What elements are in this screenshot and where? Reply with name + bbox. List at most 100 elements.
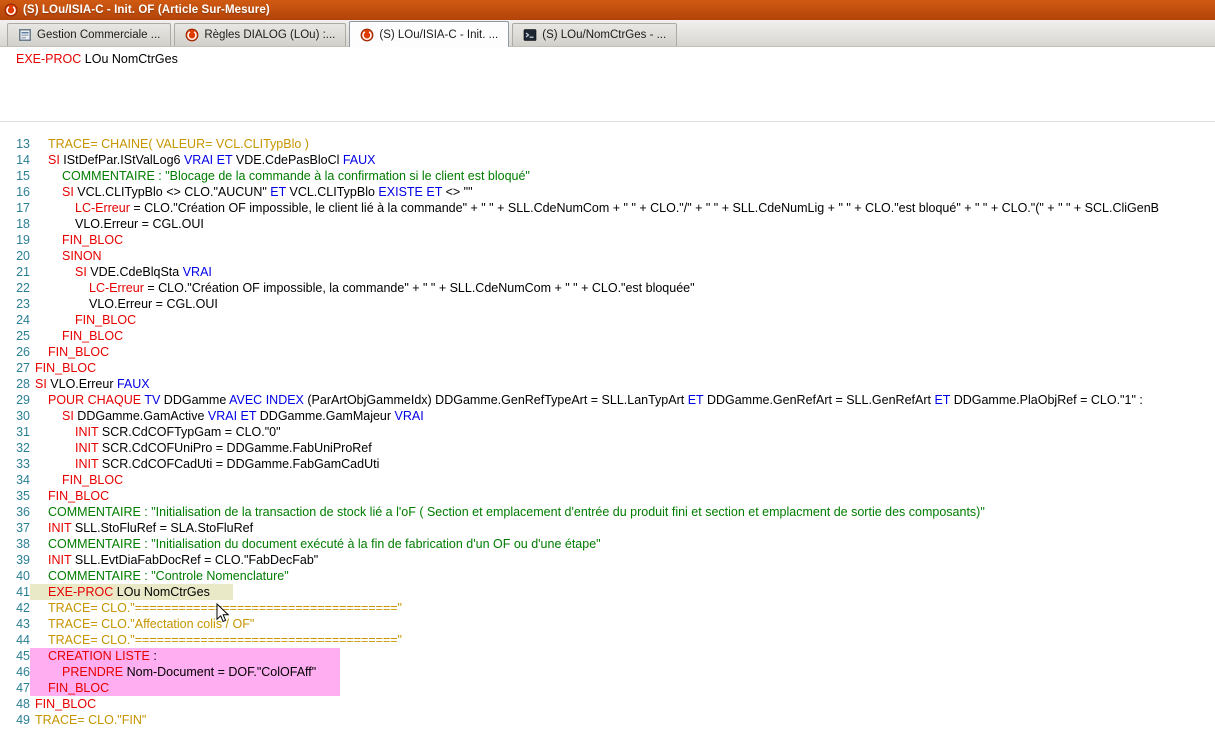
app-icon bbox=[18, 28, 32, 42]
code-text: FIN_BLOC bbox=[30, 328, 123, 344]
line-number: 35 bbox=[0, 488, 30, 504]
code-line[interactable]: 15COMMENTAIRE : "Blocage de la commande … bbox=[0, 168, 1215, 184]
code-line[interactable]: 46PRENDRE Nom-Document = DOF."ColOFAff" bbox=[0, 664, 1215, 680]
tab-regles-dialog[interactable]: Règles DIALOG (LOu) :... bbox=[174, 23, 346, 46]
line-number: 28 bbox=[0, 376, 30, 392]
code-text: EXE-PROC LOu NomCtrGes bbox=[30, 584, 210, 600]
code-text: SI IStDefPar.IStValLog6 VRAI ET VDE.CdeP… bbox=[30, 152, 376, 168]
code-line[interactable]: 17LC-Erreur = CLO."Création OF impossibl… bbox=[0, 200, 1215, 216]
dialog-app-icon bbox=[4, 3, 18, 17]
line-number: 38 bbox=[0, 536, 30, 552]
line-number: 46 bbox=[0, 664, 30, 680]
code-line[interactable]: 24FIN_BLOC bbox=[0, 312, 1215, 328]
line-number: 49 bbox=[0, 712, 30, 728]
code-line[interactable]: 14SI IStDefPar.IStValLog6 VRAI ET VDE.Cd… bbox=[0, 152, 1215, 168]
code-line[interactable]: 41EXE-PROC LOu NomCtrGes bbox=[0, 584, 1215, 600]
line-number: 31 bbox=[0, 424, 30, 440]
code-line[interactable]: 47FIN_BLOC bbox=[0, 680, 1215, 696]
dialog-icon bbox=[185, 28, 199, 42]
line-number: 15 bbox=[0, 168, 30, 184]
line-number: 34 bbox=[0, 472, 30, 488]
code-line[interactable]: 49TRACE= CLO."FIN" bbox=[0, 712, 1215, 728]
code-line[interactable]: 33INIT SCR.CdCOFCadUti = DDGamme.FabGamC… bbox=[0, 456, 1215, 472]
line-number: 37 bbox=[0, 520, 30, 536]
code-text: INIT SLL.EvtDiaFabDocRef = CLO."FabDecFa… bbox=[30, 552, 318, 568]
tab-label: (S) LOu/ISIA-C - Init. ... bbox=[379, 29, 498, 41]
tab-label: Gestion Commerciale ... bbox=[37, 29, 160, 41]
code-line[interactable]: 27FIN_BLOC bbox=[0, 360, 1215, 376]
code-text: PRENDRE Nom-Document = DOF."ColOFAff" bbox=[30, 664, 316, 680]
window-title: (S) LOu/ISIA-C - Init. OF (Article Sur-M… bbox=[23, 4, 270, 16]
line-number: 30 bbox=[0, 408, 30, 424]
code-text: FIN_BLOC bbox=[30, 472, 123, 488]
line-number: 47 bbox=[0, 680, 30, 696]
code-line[interactable]: 43TRACE= CLO."Affectation colis / OF" bbox=[0, 616, 1215, 632]
code-line[interactable]: 40COMMENTAIRE : "Controle Nomenclature" bbox=[0, 568, 1215, 584]
code-line[interactable]: 30SI DDGamme.GamActive VRAI ET DDGamme.G… bbox=[0, 408, 1215, 424]
code-line[interactable]: 20SINON bbox=[0, 248, 1215, 264]
code-line[interactable]: 31INIT SCR.CdCOFTypGam = CLO."0" bbox=[0, 424, 1215, 440]
line-number: 36 bbox=[0, 504, 30, 520]
code-line[interactable]: 19FIN_BLOC bbox=[0, 232, 1215, 248]
code-line[interactable]: 48FIN_BLOC bbox=[0, 696, 1215, 712]
code-line[interactable]: 29POUR CHAQUE TV DDGamme AVEC INDEX (Par… bbox=[0, 392, 1215, 408]
line-number: 44 bbox=[0, 632, 30, 648]
code-text: SI DDGamme.GamActive VRAI ET DDGamme.Gam… bbox=[30, 408, 424, 424]
call-preview-panel: EXE-PROC LOu NomCtrGes bbox=[0, 47, 1215, 122]
line-number: 16 bbox=[0, 184, 30, 200]
code-text: LC-Erreur = CLO."Création OF impossible,… bbox=[30, 280, 695, 296]
code-text: INIT SCR.CdCOFCadUti = DDGamme.FabGamCad… bbox=[30, 456, 379, 472]
code-text: VLO.Erreur = CGL.OUI bbox=[30, 216, 204, 232]
code-text: SI VDE.CdeBlqSta VRAI bbox=[30, 264, 212, 280]
code-text: FIN_BLOC bbox=[30, 696, 96, 712]
code-text: FIN_BLOC bbox=[30, 232, 123, 248]
line-number: 48 bbox=[0, 696, 30, 712]
code-editor[interactable]: 13TRACE= CHAINE( VALEUR= VCL.CLITypBlo )… bbox=[0, 122, 1215, 728]
code-line[interactable]: 26FIN_BLOC bbox=[0, 344, 1215, 360]
line-number: 25 bbox=[0, 328, 30, 344]
code-text: FIN_BLOC bbox=[30, 680, 109, 696]
code-line[interactable]: 38COMMENTAIRE : "Initialisation du docum… bbox=[0, 536, 1215, 552]
code-line[interactable]: 37INIT SLL.StoFluRef = SLA.StoFluRef bbox=[0, 520, 1215, 536]
code-line[interactable]: 34FIN_BLOC bbox=[0, 472, 1215, 488]
code-line[interactable]: 21SI VDE.CdeBlqSta VRAI bbox=[0, 264, 1215, 280]
tab-lou-nomctrges[interactable]: (S) LOu/NomCtrGes - ... bbox=[512, 23, 677, 46]
code-line[interactable]: 44TRACE= CLO."==========================… bbox=[0, 632, 1215, 648]
call-preview-keyword: EXE-PROC bbox=[16, 52, 81, 66]
code-line[interactable]: 32INIT SCR.CdCOFUniPro = DDGamme.FabUniP… bbox=[0, 440, 1215, 456]
tab-gestion-commerciale[interactable]: Gestion Commerciale ... bbox=[7, 23, 171, 46]
code-text: TRACE= CLO."============================… bbox=[30, 632, 402, 648]
tab-bar: Gestion Commerciale ... Règles DIALOG (L… bbox=[0, 20, 1215, 47]
line-number: 20 bbox=[0, 248, 30, 264]
code-line[interactable]: 39INIT SLL.EvtDiaFabDocRef = CLO."FabDec… bbox=[0, 552, 1215, 568]
code-line[interactable]: 28SI VLO.Erreur FAUX bbox=[0, 376, 1215, 392]
code-text: COMMENTAIRE : "Controle Nomenclature" bbox=[30, 568, 289, 584]
tab-lou-isia-c[interactable]: (S) LOu/ISIA-C - Init. ... bbox=[349, 21, 509, 47]
console-icon bbox=[523, 28, 537, 42]
line-number: 14 bbox=[0, 152, 30, 168]
code-text: FIN_BLOC bbox=[30, 360, 96, 376]
code-text: COMMENTAIRE : "Initialisation de la tran… bbox=[30, 504, 985, 520]
line-number: 26 bbox=[0, 344, 30, 360]
line-number: 21 bbox=[0, 264, 30, 280]
code-text: INIT SLL.StoFluRef = SLA.StoFluRef bbox=[30, 520, 253, 536]
code-text: SINON bbox=[30, 248, 102, 264]
code-line[interactable]: 23VLO.Erreur = CGL.OUI bbox=[0, 296, 1215, 312]
code-text: FIN_BLOC bbox=[30, 312, 136, 328]
code-line[interactable]: 35FIN_BLOC bbox=[0, 488, 1215, 504]
code-line[interactable]: 45CREATION LISTE : bbox=[0, 648, 1215, 664]
code-line[interactable]: 22LC-Erreur = CLO."Création OF impossibl… bbox=[0, 280, 1215, 296]
code-text: COMMENTAIRE : "Blocage de la commande à … bbox=[30, 168, 530, 184]
line-number: 23 bbox=[0, 296, 30, 312]
code-text: INIT SCR.CdCOFTypGam = CLO."0" bbox=[30, 424, 281, 440]
code-line[interactable]: 42TRACE= CLO."==========================… bbox=[0, 600, 1215, 616]
line-number: 40 bbox=[0, 568, 30, 584]
code-line[interactable]: 16SI VCL.CLITypBlo <> CLO."AUCUN" ET VCL… bbox=[0, 184, 1215, 200]
code-line[interactable]: 25FIN_BLOC bbox=[0, 328, 1215, 344]
code-text: TRACE= CLO."Affectation colis / OF" bbox=[30, 616, 254, 632]
code-line[interactable]: 18VLO.Erreur = CGL.OUI bbox=[0, 216, 1215, 232]
code-line[interactable]: 13TRACE= CHAINE( VALEUR= VCL.CLITypBlo ) bbox=[0, 136, 1215, 152]
code-lines: 13TRACE= CHAINE( VALEUR= VCL.CLITypBlo )… bbox=[0, 136, 1215, 728]
code-line[interactable]: 36COMMENTAIRE : "Initialisation de la tr… bbox=[0, 504, 1215, 520]
line-number: 29 bbox=[0, 392, 30, 408]
